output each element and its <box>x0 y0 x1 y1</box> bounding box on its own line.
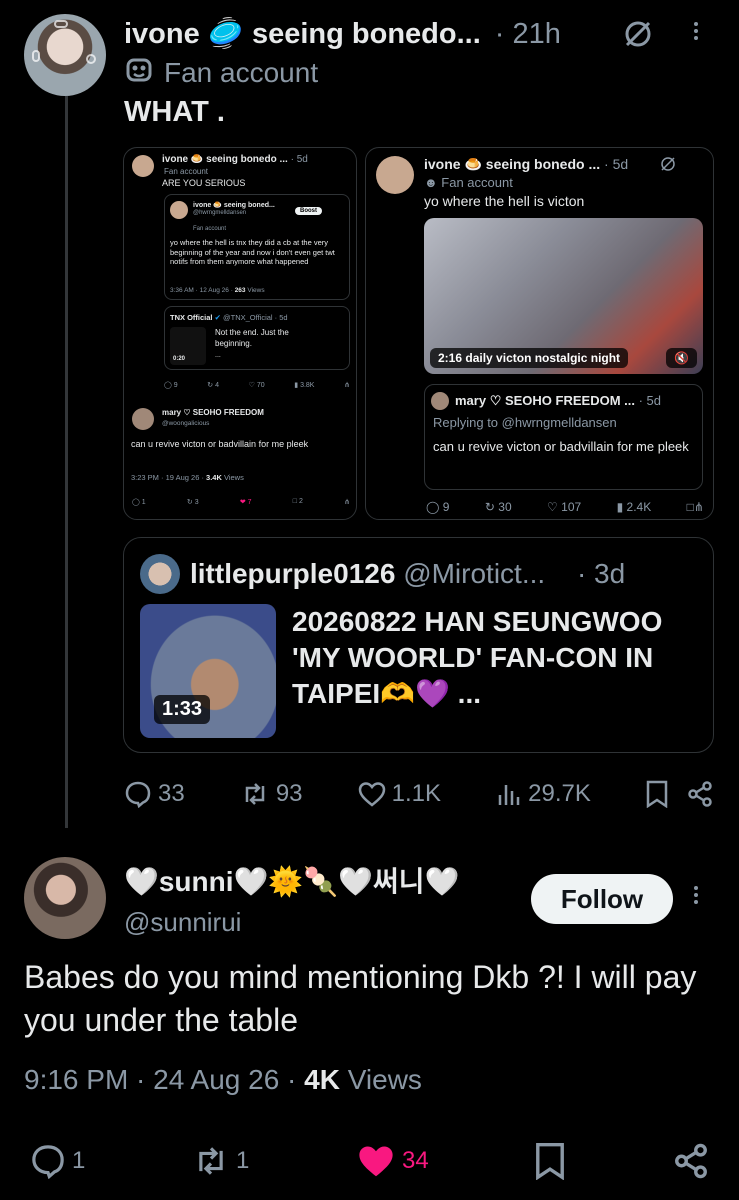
main-post-header: ivone 🥏 seeing bonedo... · 21h <box>124 16 561 52</box>
inner-reply: mary ♡ SEOHO FREEDOM ... · 5d Replying t… <box>424 384 703 490</box>
share-icon: ⋔ <box>344 382 350 389</box>
author-name[interactable]: ivone 🥏 seeing bonedo... <box>124 17 481 51</box>
avatar[interactable] <box>24 14 106 96</box>
views-icon: ▮ 3.8K <box>294 382 315 389</box>
author-handle[interactable]: @sunnirui <box>124 907 241 938</box>
fan-account-label: Fan account <box>164 167 209 176</box>
repost-button[interactable]: 1 <box>192 1143 249 1179</box>
screenshot-reply-stats: ◯ 1 ↻ 3 ❤ 7 □ 2 ⋔ <box>132 498 350 506</box>
avatar <box>140 554 180 594</box>
screenshot-image-left[interactable]: ivone 🍮 seeing bonedo ... · 5d Fan accou… <box>123 147 357 520</box>
quoted-text: 20260822 HAN SEUNGWOO 'MY WOORLD' FAN-CO… <box>292 606 663 709</box>
screenshot-text: ARE YOU SERIOUS <box>162 178 246 188</box>
like-button[interactable]: 34 <box>356 1143 429 1179</box>
video-thumbnail[interactable]: 2:16 daily victon nostalgic night 🔇 <box>424 218 703 374</box>
reply-text: Babes do you mind mentioning Dkb ?! I wi… <box>24 959 697 1038</box>
post-meta: 9:16 PM · 24 Aug 26 · 4K Views <box>24 1064 422 1095</box>
inner-quote: ivone 🍮 seeing boned... @hwrngmelldansen… <box>164 194 350 300</box>
bookmark-icon[interactable] <box>646 780 668 808</box>
bookmark-icon[interactable] <box>535 1142 565 1180</box>
follow-button[interactable]: Follow <box>531 874 673 924</box>
grok-icon <box>660 156 676 177</box>
grok-icon[interactable] <box>620 16 656 52</box>
fan-account-label: ☻ Fan account <box>424 175 513 190</box>
avatar <box>376 156 414 194</box>
views-button[interactable]: 29.7K <box>496 780 591 808</box>
tnx-quote: TNX Official ✔ @TNX_Official · 5d 0:20 N… <box>164 306 350 370</box>
boost-button[interactable]: Boost <box>295 207 322 215</box>
reply-action-bar: 1 1 34 <box>30 1140 710 1182</box>
author-name[interactable]: 🤍sunni🤍🌞🍡🤍써니🤍 <box>124 860 459 900</box>
tnx-video-thumbnail[interactable]: 0:20 <box>170 327 206 365</box>
action-bar: 33 93 1.1K 29.7K <box>124 778 714 810</box>
avatar <box>132 408 154 430</box>
post-text: WHAT . <box>124 96 225 128</box>
quoted-post[interactable]: littlepurple0126 @Mirotict... · 3d 1:33 … <box>123 537 714 753</box>
reply-button[interactable]: 1 <box>30 1143 85 1179</box>
more-options-icon[interactable] <box>694 886 698 904</box>
mask-icon <box>126 57 152 90</box>
author-name: littlepurple0126 <box>190 558 396 589</box>
screenshot-author: ivone 🍮 seeing bonedo ... · 5d <box>162 154 308 165</box>
reply-icon: ◯ 9 <box>164 382 178 389</box>
like-button[interactable]: 1.1K <box>358 780 441 808</box>
like-icon: ♡ 70 <box>248 382 265 389</box>
share-icon[interactable] <box>686 780 714 808</box>
fan-account-label: Fan account <box>126 57 318 90</box>
video-thumbnail[interactable]: 1:33 <box>140 604 276 738</box>
screenshot-image-right[interactable]: ivone 🍮 seeing bonedo ... · 5d ☻ Fan acc… <box>365 147 714 520</box>
share-icon[interactable] <box>672 1142 710 1180</box>
verified-icon: ✔ <box>214 313 221 322</box>
thread-line <box>65 96 68 828</box>
repost-button[interactable]: 93 <box>240 780 303 808</box>
avatar <box>132 155 154 177</box>
mute-icon: 🔇 <box>666 348 697 368</box>
screenshot-stats: ◯ 9 ↻ 4 ♡ 70 ▮ 3.8K ⋔ <box>164 381 350 389</box>
video-duration: 2:16 daily victon nostalgic night <box>430 348 629 368</box>
repost-icon: ↻ 4 <box>207 382 220 389</box>
avatar <box>170 201 188 219</box>
more-options-icon[interactable] <box>694 22 698 40</box>
avatar[interactable] <box>24 857 106 939</box>
post-time: · 21h <box>494 17 561 50</box>
reply-button[interactable]: 33 <box>124 780 185 808</box>
